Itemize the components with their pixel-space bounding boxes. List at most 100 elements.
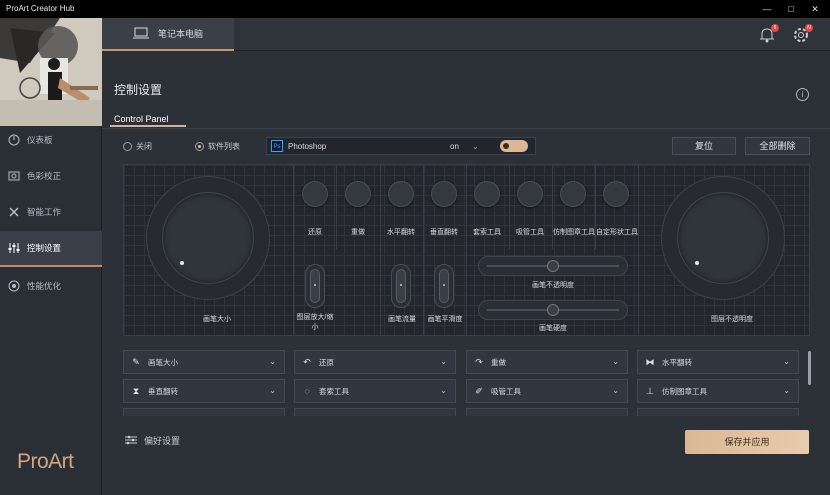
sidebar-item-control-settings[interactable]: 控制设置 — [0, 231, 102, 267]
right-dial-face — [677, 192, 769, 284]
gear-icon — [792, 28, 810, 46]
assignment-dropdown[interactable] — [294, 408, 456, 416]
chevron-down-icon: ⌄ — [783, 386, 790, 395]
assignment-dropdown[interactable]: ✎ 画笔大小 ⌄ — [123, 350, 285, 374]
assignment-dropdown[interactable]: ⊥ 仿制图章工具 ⌄ — [637, 379, 799, 403]
laptop-icon — [132, 27, 149, 41]
right-dial[interactable] — [661, 176, 785, 300]
mode-app-list-radio[interactable]: 软件列表 — [195, 141, 240, 152]
lasso-icon: ◌ — [304, 386, 310, 396]
performance-icon — [8, 280, 20, 292]
key-flip-vertical[interactable] — [431, 181, 457, 207]
key-label: 水平翻转 — [387, 229, 415, 236]
mode-app-list-label: 软件列表 — [208, 142, 240, 151]
divider — [380, 165, 381, 335]
key-flip-horizontal[interactable] — [388, 181, 414, 207]
sidebar-item-color-calibration[interactable]: 色彩校正 — [0, 158, 102, 194]
key-undo[interactable] — [302, 181, 328, 207]
slider-label: 画笔硬度 — [539, 325, 567, 332]
settings-button[interactable]: N — [792, 24, 813, 46]
slider-brush-hardness[interactable] — [478, 300, 628, 320]
tab-laptop[interactable]: 笔记本电脑 — [102, 18, 234, 51]
notifications-button[interactable]: 6 — [758, 24, 779, 44]
preferences-label: 偏好设置 — [144, 436, 181, 446]
right-dial-label: 图层不透明度 — [711, 316, 753, 323]
assignment-dropdown[interactable]: ⧗ 垂直翻转 ⌄ — [123, 379, 285, 403]
chevron-down-icon: ⌄ — [612, 386, 619, 395]
key-eyedropper[interactable] — [517, 181, 543, 207]
chevron-down-icon: ⌄ — [440, 357, 447, 366]
proart-logo: ProArt — [17, 450, 74, 473]
color-calibration-icon — [8, 170, 20, 182]
assignment-dropdown[interactable]: ✐ 吸管工具 ⌄ — [466, 379, 628, 403]
app-select[interactable]: Ps Photoshop on ⌄ — [266, 137, 536, 155]
chevron-down-icon: ⌄ — [472, 141, 479, 151]
assignment-label: 还原 — [319, 357, 334, 367]
device-tab-label: 笔记本电脑 — [157, 29, 203, 39]
assignment-dropdown[interactable] — [466, 408, 628, 416]
maximize-button[interactable]: □ — [780, 2, 802, 16]
assignment-label: 垂直翻转 — [148, 386, 178, 396]
close-button[interactable]: ✕ — [804, 2, 826, 16]
notification-badge: 6 — [771, 24, 779, 32]
divider — [423, 165, 424, 335]
left-dial-label: 画笔大小 — [203, 316, 231, 323]
key-clone-stamp[interactable] — [560, 181, 586, 207]
radio-button[interactable] — [195, 142, 204, 151]
assignment-scrollbar[interactable] — [808, 351, 811, 385]
slider-layer-zoom[interactable] — [305, 264, 325, 308]
slider-brush-smoothing[interactable] — [434, 264, 454, 308]
assignment-dropdown[interactable]: ↷ 重做 ⌄ — [466, 350, 628, 374]
assignment-dropdown[interactable] — [637, 408, 799, 416]
sidebar: 仪表板 色彩校正 智能工作 控制设置 性能优化 ProArt — [0, 18, 102, 495]
key-redo[interactable] — [345, 181, 371, 207]
app-name: Photoshop — [288, 141, 327, 151]
undo-icon: ↶ — [303, 356, 311, 367]
radio-button[interactable] — [123, 142, 132, 151]
slider-brush-opacity[interactable] — [478, 256, 628, 276]
app-title: ProArt Creator Hub — [6, 4, 75, 13]
sidebar-item-performance[interactable]: 性能优化 — [0, 268, 102, 304]
sidebar-item-label: 性能优化 — [27, 281, 62, 291]
save-apply-button[interactable]: 保存并应用 — [685, 430, 809, 454]
key-label: 还原 — [308, 229, 322, 236]
assignment-dropdown[interactable]: ↶ 还原 ⌄ — [294, 350, 456, 374]
sidebar-item-label: 控制设置 — [27, 243, 62, 253]
tab-control-panel[interactable]: Control Panel — [110, 111, 186, 127]
key-label: 吸管工具 — [516, 229, 544, 236]
sidebar-item-dashboard[interactable]: 仪表板 — [0, 122, 102, 158]
slider-label: 画笔不透明度 — [532, 282, 574, 289]
chevron-down-icon: ⌄ — [783, 357, 790, 366]
key-custom-shape[interactable] — [603, 181, 629, 207]
sidebar-item-smart-work[interactable]: 智能工作 — [0, 194, 102, 230]
assignment-label: 套索工具 — [319, 386, 349, 396]
slider-label: 画笔平滑度 — [427, 316, 463, 323]
dial-indicator — [695, 261, 699, 265]
assignment-label: 重做 — [491, 357, 506, 367]
key-label: 自定形状工具 — [596, 229, 638, 236]
hero-artwork — [0, 18, 102, 126]
tab-divider — [102, 128, 830, 129]
app-toggle[interactable] — [500, 140, 528, 152]
divider — [336, 165, 337, 249]
chevron-down-icon: ⌄ — [269, 357, 276, 366]
photoshop-icon: Ps — [271, 140, 283, 152]
key-lasso[interactable] — [474, 181, 500, 207]
flip-horizontal-icon: ⧓ — [645, 356, 655, 367]
minimize-button[interactable]: — — [756, 2, 778, 16]
page-title: 控制设置 — [114, 83, 163, 97]
mode-off-radio[interactable]: 关闭 — [123, 141, 152, 152]
eyedropper-icon: ✐ — [475, 385, 483, 396]
preferences-link[interactable]: 偏好设置 — [125, 434, 180, 447]
delete-all-button[interactable]: 全部删除 — [745, 137, 810, 155]
info-icon[interactable]: i — [796, 88, 809, 101]
assignment-label: 水平翻转 — [662, 357, 692, 367]
left-dial[interactable] — [146, 176, 270, 300]
reset-button[interactable]: 复位 — [672, 137, 736, 155]
assignment-label: 吸管工具 — [491, 386, 521, 396]
slider-brush-flow[interactable] — [391, 264, 411, 308]
assignment-dropdown[interactable]: ◌ 套索工具 ⌄ — [294, 379, 456, 403]
assignment-dropdown[interactable] — [123, 408, 285, 416]
chevron-down-icon: ⌄ — [269, 386, 276, 395]
assignment-dropdown[interactable]: ⧓ 水平翻转 ⌄ — [637, 350, 799, 374]
